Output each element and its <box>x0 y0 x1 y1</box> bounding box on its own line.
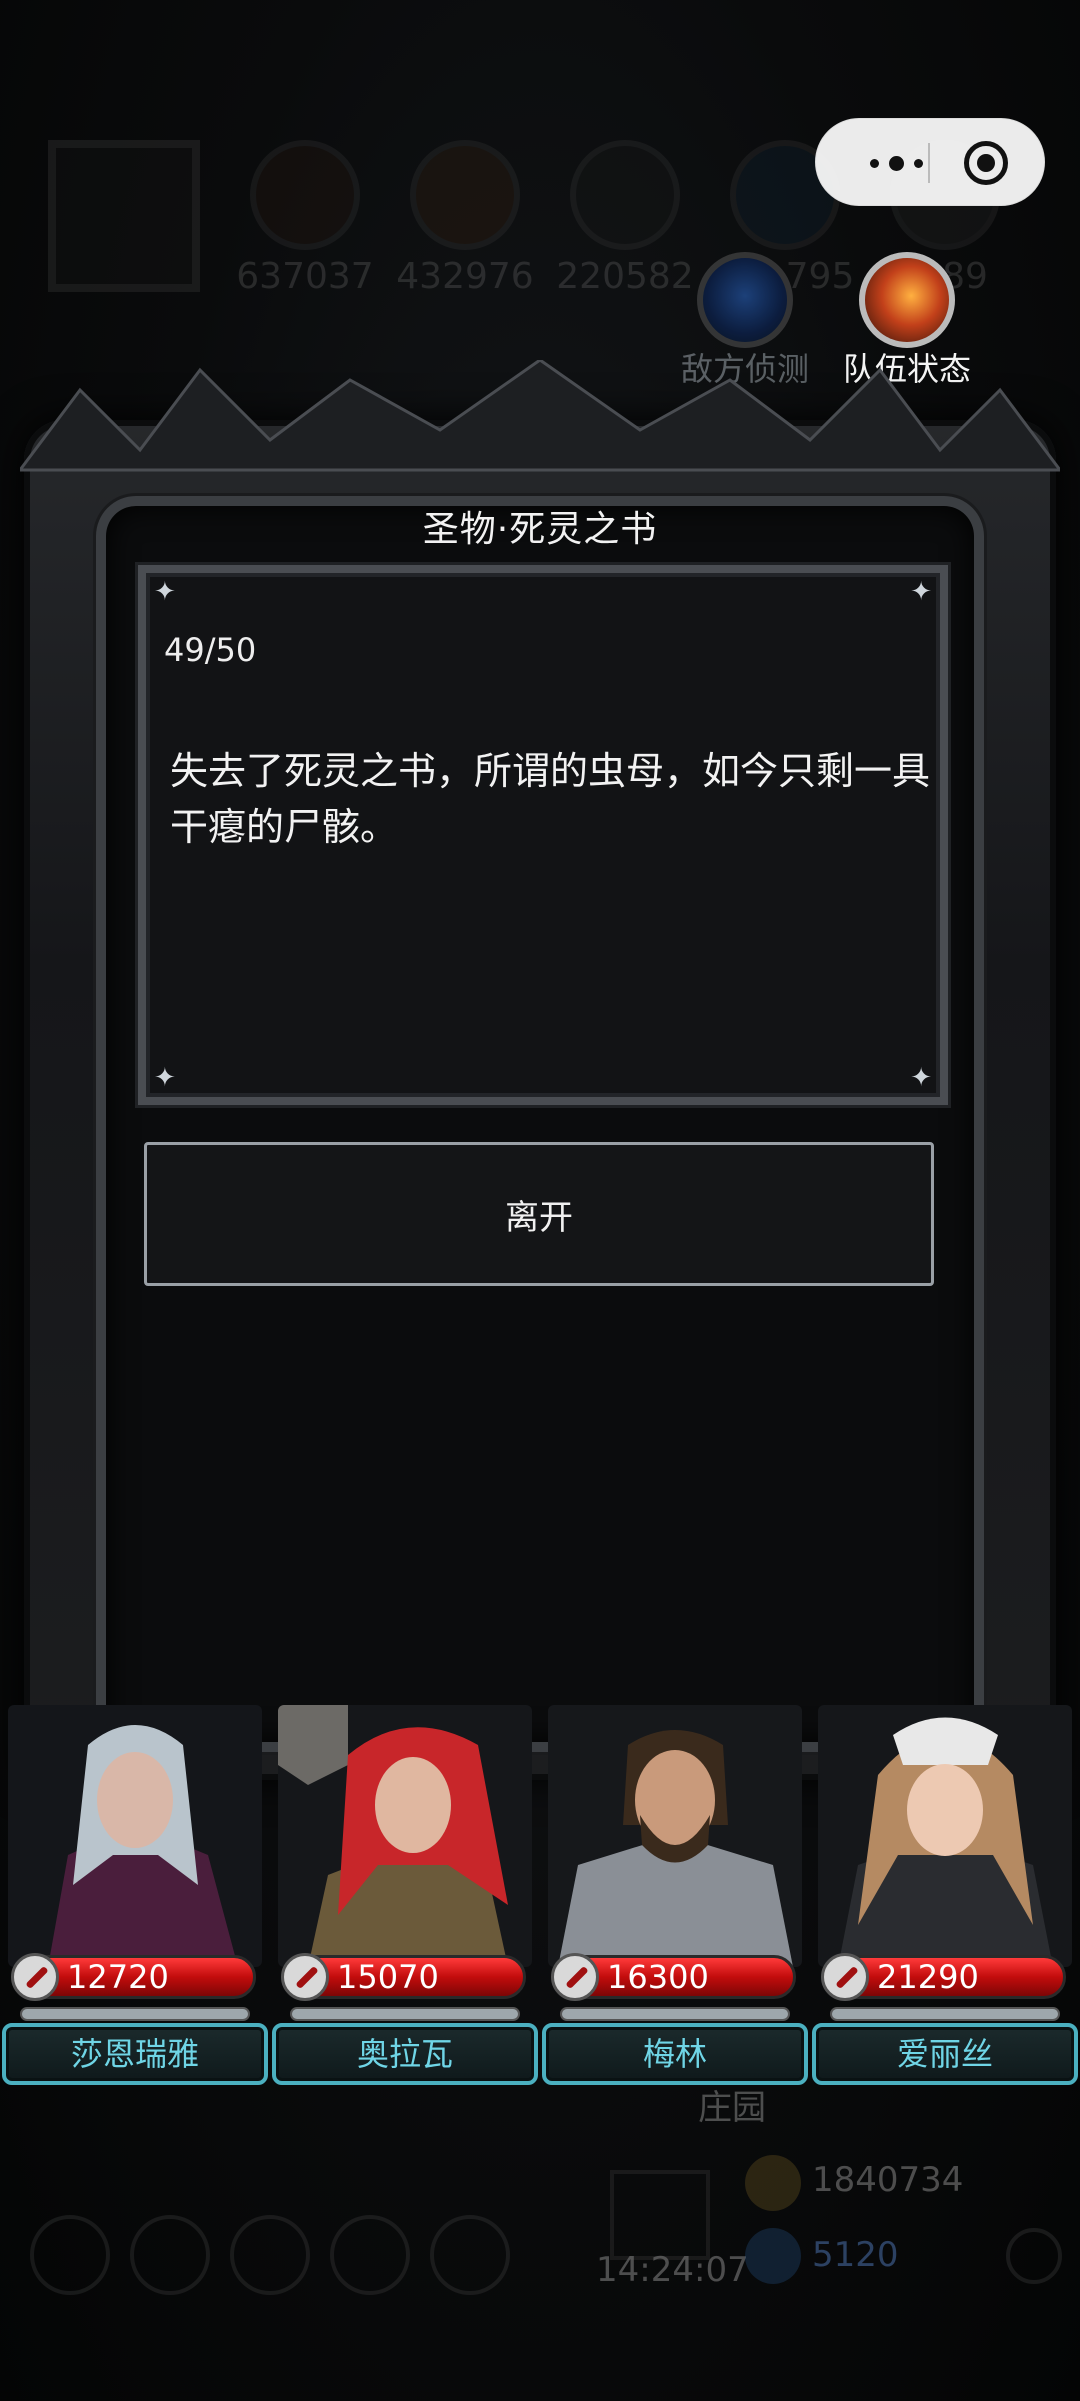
frame-ornament <box>20 360 1060 472</box>
close-miniprogram-icon[interactable] <box>964 141 1008 185</box>
capsule-divider <box>928 143 930 183</box>
gift-box-icon <box>610 2170 710 2260</box>
hero-card[interactable]: 16300 梅林 <box>540 1705 810 2090</box>
faded-gem-value: 5120 <box>812 2235 899 2275</box>
hero-portrait <box>548 1705 802 1967</box>
flame-icon <box>859 252 955 348</box>
menu-icon <box>130 2215 210 2295</box>
hero-name-plate: 奥拉瓦 <box>272 2023 538 2085</box>
progress-counter: 49/50 <box>164 631 257 669</box>
resource-orb-icon <box>410 140 520 250</box>
hero-name: 梅林 <box>642 2035 707 2073</box>
menu-icon <box>230 2215 310 2295</box>
corner-star-icon: ✦ <box>154 1063 176 1093</box>
energy-bar <box>20 2007 250 2021</box>
hero-portrait <box>8 1705 262 1967</box>
dialog-title-plate: 圣物·死灵之书 <box>330 482 750 572</box>
more-dot-icon <box>888 155 904 171</box>
story-panel: ✦ ✦ ✦ ✦ 49/50 失去了死灵之书，所谓的虫母，如今只剩一具干瘪的尸骸。 <box>138 565 948 1105</box>
hp-value: 16300 <box>607 1958 709 1996</box>
menu-icon <box>30 2215 110 2295</box>
energy-bar <box>290 2007 520 2021</box>
sword-icon <box>281 1953 329 2001</box>
hp-bar: 16300 <box>551 1953 796 2001</box>
hero-card[interactable]: 21290 爱丽丝 <box>810 1705 1080 2090</box>
leave-button[interactable]: 离开 <box>144 1142 934 1286</box>
dialog-title: 圣物·死灵之书 <box>422 509 658 550</box>
faded-timer: 14:24:07 <box>596 2250 749 2290</box>
energy-bar <box>560 2007 790 2021</box>
resource-value: 432976 <box>396 256 534 297</box>
add-icon <box>1006 2228 1062 2284</box>
radar-icon <box>697 252 793 348</box>
hero-name-plate: 梅林 <box>542 2023 808 2085</box>
more-dot-icon <box>869 158 879 168</box>
hero-name: 莎恩瑞雅 <box>70 2035 199 2073</box>
hero-card[interactable]: 12720 莎恩瑞雅 <box>0 1705 270 2090</box>
hp-value: 15070 <box>337 1958 439 1996</box>
resource-value: 637037 <box>236 256 374 297</box>
hero-name-plate: 爱丽丝 <box>812 2023 1078 2085</box>
story-text: 失去了死灵之书，所谓的虫母，如今只剩一具干瘪的尸骸。 <box>170 749 931 849</box>
hp-bar: 12720 <box>11 1953 256 2001</box>
resource-orb-icon <box>570 140 680 250</box>
more-menu-button[interactable] <box>846 119 946 207</box>
gem-icon <box>745 2228 801 2284</box>
hero-portrait <box>278 1705 532 1967</box>
hero-name: 爱丽丝 <box>896 2035 993 2073</box>
menu-icon <box>430 2215 510 2295</box>
hp-value: 21290 <box>877 1958 979 1996</box>
corner-star-icon: ✦ <box>910 577 932 607</box>
hero-portrait <box>818 1705 1072 1967</box>
corner-star-icon: ✦ <box>154 577 176 607</box>
sword-icon <box>11 1953 59 2001</box>
energy-bar <box>830 2007 1060 2021</box>
resource-slot: 637037 <box>236 130 374 310</box>
miniprogram-capsule <box>815 118 1045 206</box>
corner-star-icon: ✦ <box>910 1063 932 1093</box>
hero-frame-faded <box>48 140 200 292</box>
sword-icon <box>821 1953 869 2001</box>
sword-icon <box>551 1953 599 2001</box>
gold-coin-icon <box>745 2155 801 2211</box>
hero-name: 奥拉瓦 <box>356 2035 453 2073</box>
menu-icon <box>330 2215 410 2295</box>
hp-bar: 15070 <box>281 1953 526 2001</box>
faded-location-label: 庄园 <box>698 2088 766 2128</box>
resource-slot: 432976 <box>396 130 534 310</box>
hp-value: 12720 <box>67 1958 169 1996</box>
faded-gold-value: 1840734 <box>812 2160 964 2200</box>
hero-name-plate: 莎恩瑞雅 <box>2 2023 268 2085</box>
leave-label: 离开 <box>505 1197 573 1238</box>
more-dot-icon <box>913 158 923 168</box>
hp-bar: 21290 <box>821 1953 1066 2001</box>
hero-card[interactable]: 15070 奥拉瓦 <box>270 1705 540 2090</box>
resource-orb-icon <box>250 140 360 250</box>
